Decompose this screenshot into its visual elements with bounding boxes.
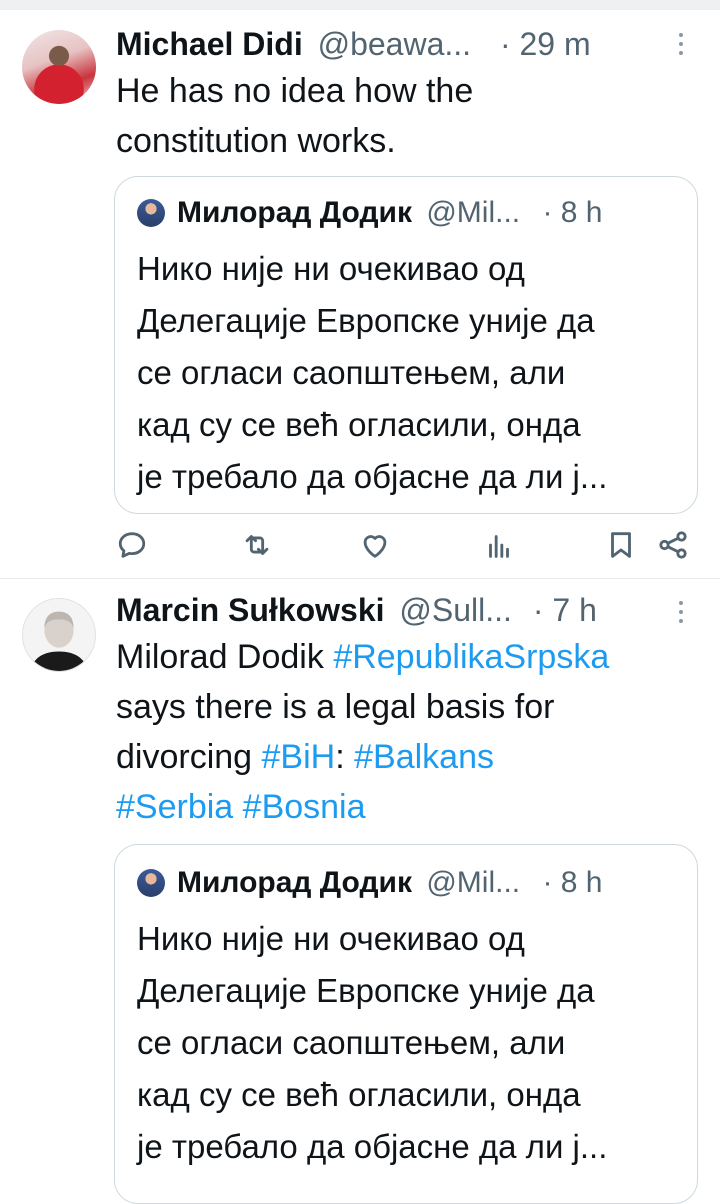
author-handle[interactable]: @beawa... (318, 26, 471, 62)
tweet-text-line: Milorad Dodik #RepublikaSrpska (116, 632, 710, 682)
tweet-header: Marcin Sułkowski @Sull... · 7 h (116, 588, 597, 632)
quote-text-line: је требало да објасне да ли ј... (137, 458, 608, 495)
reply-icon[interactable] (115, 528, 149, 562)
quote-text-line: Нико није ни очекивао од (137, 920, 525, 957)
timestamp[interactable]: · 7 h (533, 592, 597, 628)
text-segment: : (335, 738, 355, 776)
quote-author-name: Милорад Додик (177, 866, 412, 899)
avatar[interactable] (22, 598, 96, 672)
quote-header: Милорад Додик @Mil... · 8 h (177, 863, 602, 903)
text-segment: Milorad Dodik (116, 638, 334, 676)
quote-handle: @Mil... (426, 196, 521, 229)
quote-text-line: је требало да објасне да ли ј... (137, 1128, 608, 1165)
hashtag-link[interactable]: #BiH (262, 738, 336, 776)
tweet-text-line: divorcing #BiH: #Balkans (116, 732, 710, 782)
quoted-tweet[interactable]: Милорад Додик @Mil... · 8 h Нико није ни… (114, 844, 698, 1204)
like-icon[interactable] (358, 528, 392, 562)
quote-text-line: Нико није ни очекивао од (137, 250, 525, 287)
quote-avatar (137, 869, 165, 897)
share-icon[interactable] (656, 528, 690, 562)
hashtag-link[interactable]: #Bosnia (243, 788, 366, 826)
quote-text-line: се огласи саопштењем, али (137, 1024, 566, 1061)
quote-timestamp: · 8 h (542, 866, 603, 899)
quote-text-line: кад су се већ огласили, онда (137, 406, 581, 443)
timestamp[interactable]: · 29 m (500, 26, 591, 62)
tweet-divider (0, 578, 720, 579)
quote-text: Нико није ни очекивао од Делегације Евро… (137, 243, 687, 503)
bookmark-icon[interactable] (604, 528, 638, 562)
avatar[interactable] (22, 30, 96, 104)
quote-text-line: кад су се већ огласили, онда (137, 1076, 581, 1113)
quoted-tweet[interactable]: Милорад Додик @Mil... · 8 h Нико није ни… (114, 176, 698, 514)
hashtag-link[interactable]: #Serbia (116, 788, 233, 826)
quote-handle: @Mil... (426, 866, 521, 899)
tweet-text: Milorad Dodik #RepublikaSrpska says ther… (116, 632, 710, 832)
quote-author-name: Милорад Додик (177, 196, 412, 229)
views-icon[interactable] (482, 528, 516, 562)
tweet-text: He has no idea how the constitution work… (116, 66, 696, 166)
hashtag-link[interactable]: #Balkans (354, 738, 494, 776)
author-name[interactable]: Marcin Sułkowski (116, 592, 385, 628)
tweet-text-line: #Serbia #Bosnia (116, 782, 710, 832)
quote-text-line: се огласи саопштењем, али (137, 354, 566, 391)
tweet-header: Michael Didi @beawa... · 29 m (116, 22, 591, 66)
retweet-icon[interactable] (240, 528, 274, 562)
text-segment: divorcing (116, 738, 262, 776)
author-handle[interactable]: @Sull... (399, 592, 512, 628)
quote-header: Милорад Додик @Mil... · 8 h (177, 193, 602, 233)
quote-text-line: Делегације Европске уније да (137, 302, 595, 339)
more-options-icon[interactable] (676, 601, 686, 631)
tweet-text-line: constitution works. (116, 122, 396, 160)
hashtag-link[interactable]: #RepublikaSrpska (333, 638, 609, 676)
quote-timestamp: · 8 h (542, 196, 603, 229)
tweet-text-line: says there is a legal basis for (116, 688, 555, 726)
text-segment (233, 788, 242, 826)
quote-text-line: Делегације Европске уније да (137, 972, 595, 1009)
author-name[interactable]: Michael Didi (116, 26, 303, 62)
quote-text: Нико није ни очекивао од Делегације Евро… (137, 913, 687, 1173)
tweet-text-line: He has no idea how the (116, 72, 474, 110)
top-edge (0, 0, 720, 10)
quote-avatar (137, 199, 165, 227)
more-options-icon[interactable] (676, 33, 686, 63)
